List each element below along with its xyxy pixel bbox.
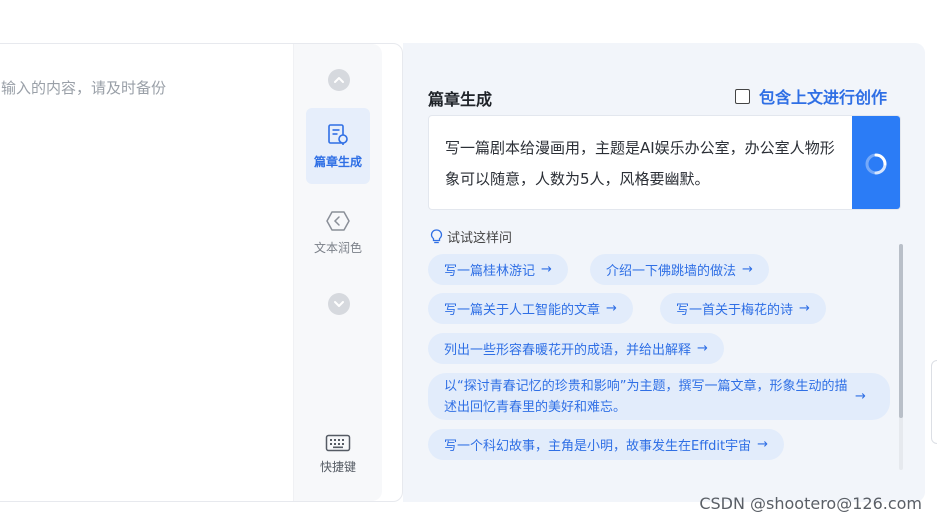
panel-title: 篇章生成 (428, 90, 493, 109)
article-generate-icon (328, 123, 348, 145)
tool-text-polish[interactable]: 文本润色 (306, 202, 370, 262)
suggestion-chip[interactable]: 写一篇桂林游记 → (428, 254, 568, 285)
context-checkbox[interactable] (735, 88, 750, 104)
suggestion-text: 写一个科幻故事，主角是小明，故事发生在Effdit宇宙 (444, 439, 752, 454)
scroll-down-button[interactable] (328, 293, 350, 315)
side-tab-edge[interactable] (931, 360, 937, 444)
context-label[interactable]: 包含上文进行创作 (759, 84, 887, 108)
arrow-right-icon: → (855, 389, 866, 404)
arrow-right-icon: → (606, 301, 617, 316)
scrollbar-thumb[interactable] (899, 244, 903, 418)
arrow-right-icon: → (541, 262, 552, 277)
arrow-right-icon: → (757, 437, 769, 452)
arrow-right-icon: → (697, 341, 708, 356)
suggestion-chip[interactable]: 介绍一下佛跳墙的做法 → (590, 254, 769, 285)
loading-spinner-icon (865, 153, 887, 174)
suggestion-scrollbar[interactable] (899, 244, 903, 470)
generate-button[interactable] (852, 116, 900, 209)
polish-icon (326, 210, 350, 231)
tool-article-generate-label: 篇章生成 (313, 154, 362, 169)
shortcut-button[interactable]: 快捷键 (306, 424, 370, 484)
suggestion-chip[interactable]: 列出一些形容春暖花开的成语，并给出解释 → (428, 333, 724, 364)
shortcut-label: 快捷键 (319, 459, 356, 474)
suggest-header: 试试这样问 (430, 227, 512, 246)
suggestion-text: 以“探讨青春记忆的珍贵和影响”为主题，撰写一篇文章，形象生动的描述出回忆青春里的… (444, 378, 848, 415)
chevron-down-icon (334, 301, 344, 307)
arrow-right-icon: → (799, 301, 810, 316)
arrow-right-icon: → (742, 262, 753, 277)
suggestion-chip[interactable]: 写一首关于梅花的诗 → (660, 293, 826, 324)
keyboard-icon (325, 434, 351, 451)
tool-rail: 篇章生成 文本润色 快捷键 (294, 44, 382, 501)
app-root: 输入的内容，请及时备份 篇章生成 文本润色 快捷键 篇章生成 包含上文进行创作 … (0, 0, 937, 522)
tool-article-generate[interactable]: 篇章生成 (306, 108, 370, 184)
suggestion-text: 写一篇关于人工智能的文章 (444, 303, 601, 318)
suggestion-chip[interactable]: 写一篇关于人工智能的文章 → (428, 293, 633, 324)
chevron-up-icon (334, 77, 344, 83)
watermark: CSDN @shootero@126.com (699, 494, 922, 513)
generation-panel: 篇章生成 包含上文进行创作 写一篇剧本给漫画用，主题是AI娱乐办公室，办公室人物… (403, 43, 925, 502)
tool-text-polish-label: 文本润色 (313, 240, 362, 255)
prompt-input[interactable]: 写一篇剧本给漫画用，主题是AI娱乐办公室，办公室人物形象可以随意，人数为5人，风… (445, 133, 845, 195)
suggestion-text: 介绍一下佛跳墙的做法 (606, 264, 737, 279)
editor-card: 输入的内容，请及时备份 篇章生成 文本润色 快捷键 (0, 43, 403, 502)
lightbulb-icon (430, 229, 443, 244)
suggestion-text: 写一首关于梅花的诗 (676, 303, 794, 318)
prompt-box[interactable]: 写一篇剧本给漫画用，主题是AI娱乐办公室，办公室人物形象可以随意，人数为5人，风… (428, 115, 901, 210)
suggestion-text: 写一篇桂林游记 (444, 264, 536, 279)
scroll-up-button[interactable] (328, 69, 350, 91)
suggest-title: 试试这样问 (447, 231, 513, 246)
suggestion-chip[interactable]: 写一个科幻故事，主角是小明，故事发生在Effdit宇宙 → (428, 429, 785, 460)
suggestion-text: 列出一些形容春暖花开的成语，并给出解释 (444, 343, 692, 358)
editor-placeholder[interactable]: 输入的内容，请及时备份 (1, 77, 166, 98)
suggestion-chip[interactable]: 以“探讨青春记忆的珍贵和影响”为主题，撰写一篇文章，形象生动的描述出回忆青春里的… (428, 373, 890, 420)
context-toggle[interactable]: 包含上文进行创作 (735, 84, 887, 108)
